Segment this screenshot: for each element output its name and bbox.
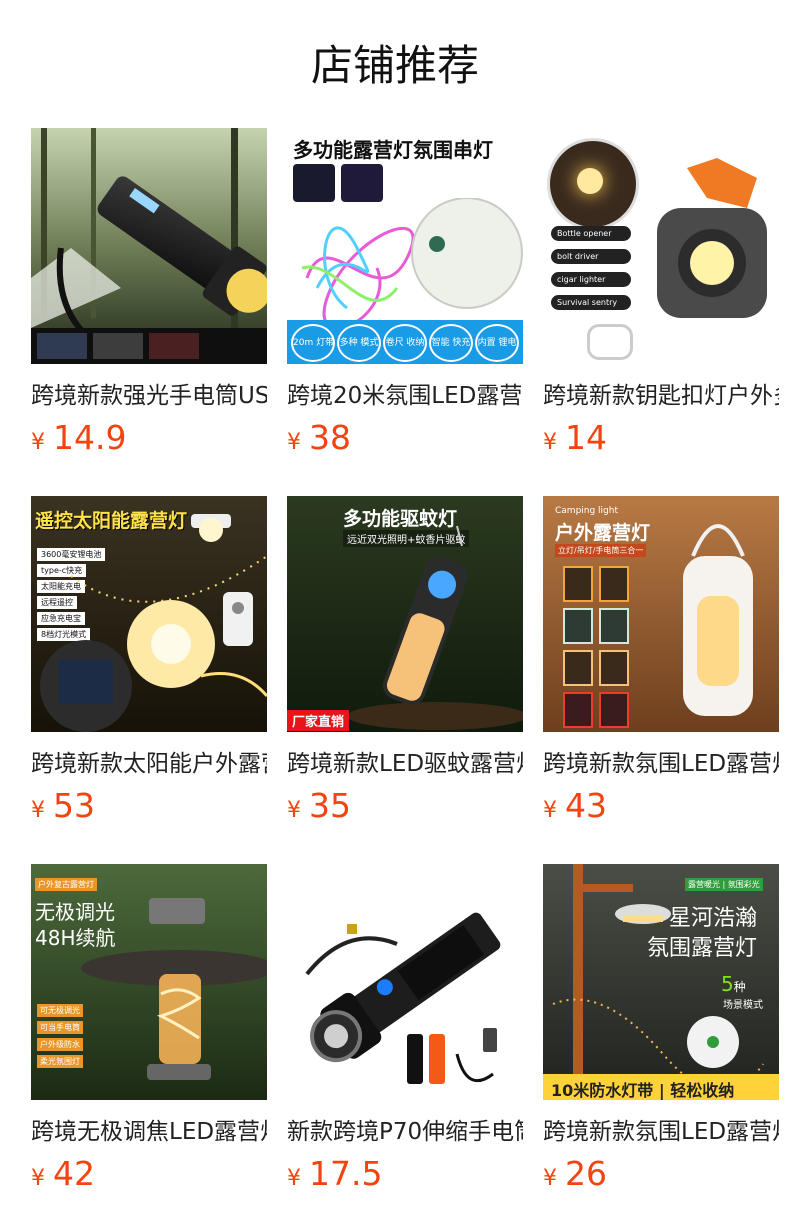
- product-price: ¥42: [31, 1154, 95, 1194]
- product-card[interactable]: 露营暖光 | 氛围彩光 星河浩瀚 氛围露营灯 5种 场景模式 10米防水灯带 |…: [543, 864, 779, 1232]
- section-title: 店铺推荐: [310, 41, 479, 90]
- product-card[interactable]: Camping light 户外露营灯 立灯/吊灯/手电筒三合一 跨境新款氛围L…: [543, 496, 779, 864]
- price-value: 43: [565, 786, 607, 825]
- currency-symbol: ¥: [31, 798, 45, 823]
- product-card[interactable]: 遥控太阳能露营灯 3600毫安锂电池 type-c快充 太阳能充电 远程遥控 应…: [31, 496, 267, 864]
- badge: 卷尺 收纳: [383, 324, 427, 362]
- product-name[interactable]: 跨境新款氛围LED露营灯: [543, 748, 779, 780]
- product-image-p70-flashlight[interactable]: [287, 864, 523, 1100]
- product-price: ¥17.5: [287, 1154, 382, 1194]
- product-price: ¥14.9: [31, 418, 126, 458]
- promo-tag: 厂家直销: [287, 710, 350, 731]
- product-card[interactable]: 户外复古露营灯 无极调光 48H续航 可无极调光 可当手电筒 户外级防水 柔光氛…: [31, 864, 267, 1232]
- product-card[interactable]: 多功能驱蚊灯 远近双光照明+蚊香片驱蚊 厂家直销 跨境新款LED驱蚊露营灯 ¥3…: [287, 496, 523, 864]
- product-price: ¥43: [543, 786, 607, 826]
- product-price: ¥35: [287, 786, 351, 826]
- currency-symbol: ¥: [543, 1166, 557, 1191]
- price-value: 35: [309, 786, 351, 825]
- feature-chip: 柔光氛围灯: [37, 1055, 83, 1068]
- currency-symbol: ¥: [287, 798, 301, 823]
- product-image-camping-light[interactable]: Camping light 户外露营灯 立灯/吊灯/手电筒三合一: [543, 496, 779, 732]
- currency-symbol: ¥: [31, 430, 45, 455]
- feature-label: bolt driver: [551, 249, 631, 264]
- product-name[interactable]: 新款跨境P70伸缩手电筒: [287, 1116, 523, 1148]
- price-value: 14.9: [53, 418, 127, 457]
- feature-label: Survival sentry: [551, 295, 631, 310]
- badge: 内置 锂电: [475, 324, 519, 362]
- price-value: 26: [565, 1154, 607, 1193]
- currency-symbol: ¥: [287, 1166, 301, 1191]
- product-card[interactable]: 跨境新款强光手电筒USB充电 ¥14.9: [31, 128, 267, 496]
- product-name[interactable]: 跨境新款氛围LED露营灯: [543, 1116, 779, 1148]
- product-price: ¥14: [543, 418, 607, 458]
- product-price: ¥38: [287, 418, 351, 458]
- currency-symbol: ¥: [543, 430, 557, 455]
- price-value: 17.5: [309, 1154, 383, 1193]
- price-value: 53: [53, 786, 95, 825]
- product-image-flashlight[interactable]: [31, 128, 267, 364]
- feature-chip: 可当手电筒: [37, 1021, 83, 1034]
- product-name[interactable]: 跨境新款太阳能户外露营灯: [31, 748, 267, 780]
- product-image-galaxy-lamp[interactable]: 露营暖光 | 氛围彩光 星河浩瀚 氛围露营灯 5种 场景模式 10米防水灯带 |…: [543, 864, 779, 1100]
- product-image-mosquito-lamp[interactable]: 多功能驱蚊灯 远近双光照明+蚊香片驱蚊 厂家直销: [287, 496, 523, 732]
- product-card[interactable]: 多功能露营灯氛围串灯 20m 灯带 多种 模式 卷尺 收纳 智能 快充 内置 锂…: [287, 128, 523, 496]
- product-image-solar-light[interactable]: 遥控太阳能露营灯 3600毫安锂电池 type-c快充 太阳能充电 远程遥控 应…: [31, 496, 267, 732]
- product-name[interactable]: 跨境新款强光手电筒USB充电: [31, 380, 267, 412]
- price-value: 42: [53, 1154, 95, 1193]
- price-value: 14: [565, 418, 607, 457]
- product-image-string-light[interactable]: 多功能露营灯氛围串灯 20m 灯带 多种 模式 卷尺 收纳 智能 快充 内置 锂…: [287, 128, 523, 364]
- usb-cable-icon: [587, 324, 633, 360]
- currency-symbol: ¥: [543, 798, 557, 823]
- feature-chip: 可无极调光: [37, 1004, 83, 1017]
- badge: 20m 灯带: [291, 324, 335, 362]
- currency-symbol: ¥: [287, 430, 301, 455]
- image-headline: 多功能露营灯氛围串灯: [293, 138, 493, 162]
- image-footer: 10米防水灯带 | 轻松收纳: [551, 1081, 735, 1100]
- feature-label: Bottle opener: [551, 226, 631, 241]
- product-card[interactable]: 新款跨境P70伸缩手电筒 ¥17.5: [287, 864, 523, 1232]
- product-name[interactable]: 跨境新款LED驱蚊露营灯: [287, 748, 523, 780]
- badge: 多种 模式: [337, 324, 381, 362]
- price-value: 38: [309, 418, 351, 457]
- feature-chip: 户外级防水: [37, 1038, 83, 1051]
- product-name[interactable]: 跨境无极调焦LED露营灯: [31, 1116, 267, 1148]
- product-name[interactable]: 跨境20米氛围LED露营灯串: [287, 380, 523, 412]
- product-card[interactable]: Bottle opener bolt driver cigar lighter …: [543, 128, 779, 496]
- product-image-retro-lamp[interactable]: 户外复古露营灯 无极调光 48H续航 可无极调光 可当手电筒 户外级防水 柔光氛…: [31, 864, 267, 1100]
- product-price: ¥53: [31, 786, 95, 826]
- product-grid: 跨境新款强光手电筒USB充电 ¥14.9 多功能露营灯氛围串灯 20m 灯带 多…: [31, 128, 779, 1232]
- product-image-keychain-light[interactable]: Bottle opener bolt driver cigar lighter …: [543, 128, 779, 364]
- product-price: ¥26: [543, 1154, 607, 1194]
- product-name[interactable]: 跨境新款钥匙扣灯户外多功能: [543, 380, 779, 412]
- feature-label: cigar lighter: [551, 272, 631, 287]
- currency-symbol: ¥: [31, 1166, 45, 1191]
- badge: 智能 快充: [429, 324, 473, 362]
